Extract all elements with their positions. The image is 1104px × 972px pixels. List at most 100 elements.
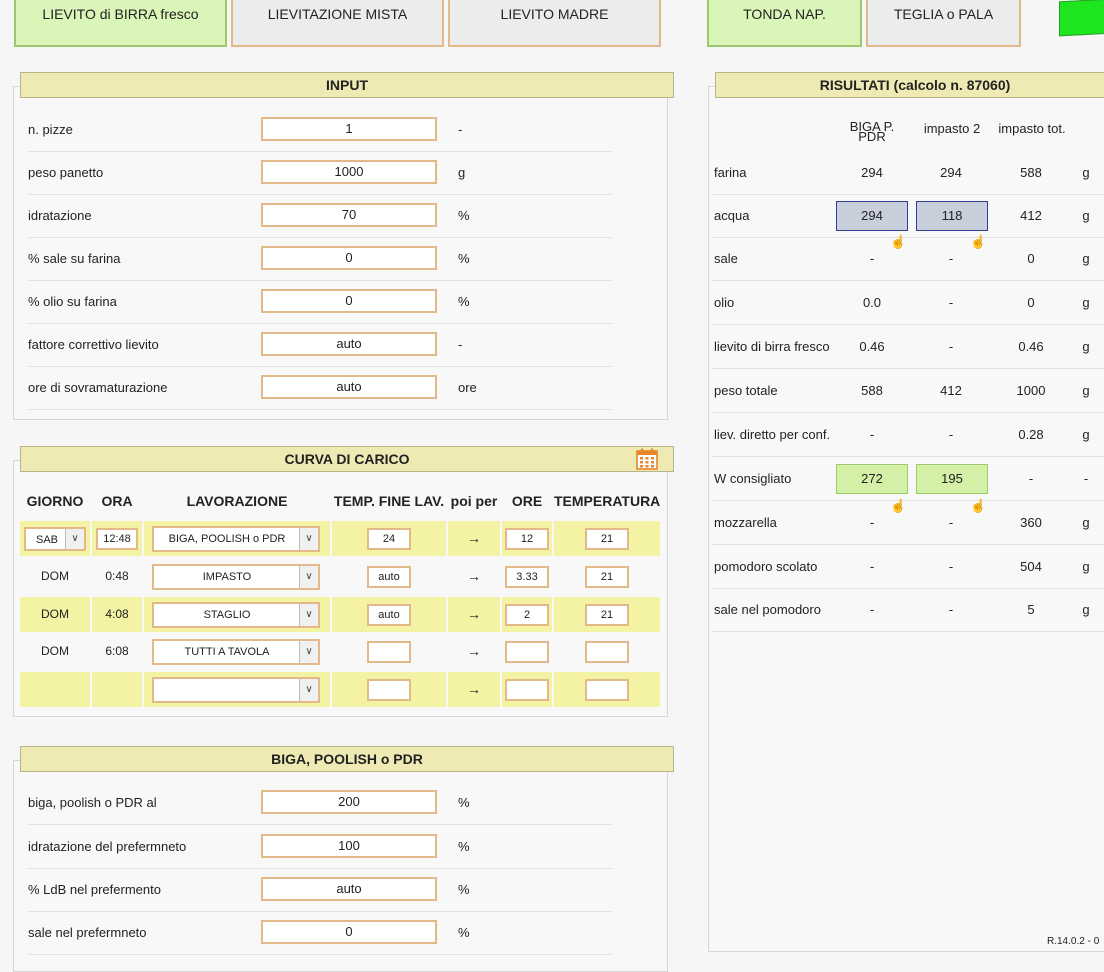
result-unit: g — [1082, 251, 1090, 266]
ore-sovramaturazione-input[interactable]: auto — [261, 375, 437, 399]
result-row-acqua: acqua 294 118 412 g — [712, 194, 1104, 238]
header-lavorazione: LAVORAZIONE — [186, 493, 288, 509]
input-unit: g — [458, 165, 466, 180]
result-row-lievito-diretto: liev. diretto per conf. - - 0.28 g — [712, 413, 1104, 457]
result-c3: 1000 — [1016, 383, 1046, 398]
temperatura-input[interactable] — [585, 679, 629, 701]
result-unit: g — [1082, 427, 1090, 442]
result-row-w-consigliato: W consigliato 272 195 - - — [712, 457, 1104, 501]
biga-sale-input[interactable]: 0 — [261, 920, 437, 944]
lavorazione-select[interactable]: ∨ — [152, 677, 320, 703]
result-c2: - — [948, 427, 954, 442]
calendar-icon[interactable] — [636, 448, 658, 470]
lavorazione-select[interactable]: IMPASTO ∨ — [152, 564, 320, 590]
input-row-ore-sovramaturazione: ore di sovramaturazione auto ore — [28, 366, 612, 410]
giorno-text — [20, 672, 90, 707]
header-giorno: GIORNO — [26, 493, 84, 509]
tab-tonda-nap[interactable]: TONDA NAP. — [707, 0, 862, 47]
result-c2: - — [948, 602, 954, 617]
header-ore: ORE — [511, 493, 543, 509]
col-header-biga: BIGA P. PDR — [849, 119, 895, 144]
hand-pointer-icon: ☝ — [970, 234, 987, 249]
w-impasto2-box[interactable]: 195 — [916, 464, 988, 494]
ore-input[interactable] — [505, 641, 549, 663]
risultati-panel-title: RISULTATI (calcolo n. 87060) — [715, 72, 1104, 98]
result-c1: 0.0 — [862, 295, 882, 310]
giorno-select[interactable]: SAB ∨ — [24, 527, 86, 551]
col-header-impasto2: impasto 2 — [923, 121, 981, 136]
result-label: acqua — [714, 208, 750, 223]
biga-label: sale nel prefermneto — [28, 925, 147, 940]
tab-lievito-birra[interactable]: LIEVITO di BIRRA fresco — [14, 0, 227, 47]
lavorazione-select[interactable]: STAGLIO ∨ — [152, 602, 320, 628]
idratazione-input[interactable]: 70 — [261, 203, 437, 227]
biga-ldb-input[interactable]: auto — [261, 877, 437, 901]
temperatura-input[interactable]: 21 — [585, 528, 629, 550]
result-unit: g — [1082, 383, 1090, 398]
result-c3: 504 — [1020, 559, 1042, 574]
result-c2: - — [948, 559, 954, 574]
green-indicator[interactable] — [1059, 0, 1104, 37]
input-unit: % — [458, 294, 470, 309]
temp-fine-input[interactable]: auto — [367, 566, 411, 588]
arrow-cell: → — [448, 672, 500, 707]
input-unit: % — [458, 251, 470, 266]
biga-label: biga, poolish o PDR al — [28, 795, 157, 810]
header-ora: ORA — [101, 493, 133, 509]
tab-lievitazione-mista[interactable]: LIEVITAZIONE MISTA — [231, 0, 444, 47]
header-temp-fine: TEMP. FINE LAV. — [333, 493, 445, 509]
result-row-sale-pomodoro: sale nel pomodoro - - 5 g — [712, 588, 1104, 632]
acqua-impasto2-box[interactable]: 118 — [916, 201, 988, 231]
olio-input[interactable]: 0 — [261, 289, 437, 313]
input-label: ore di sovramaturazione — [28, 380, 168, 395]
lavorazione-select[interactable]: BIGA, POOLISH o PDR ∨ — [152, 526, 320, 552]
input-label: % olio su farina — [28, 294, 117, 309]
result-row-peso-totale: peso totale 588 412 1000 g — [712, 369, 1104, 413]
w-biga-box[interactable]: 272 — [836, 464, 908, 494]
ora-input[interactable]: 12:48 — [96, 528, 138, 550]
ore-input[interactable] — [505, 679, 549, 701]
result-unit: g — [1082, 339, 1090, 354]
acqua-biga-box[interactable]: 294 — [836, 201, 908, 231]
header-temperatura: TEMPERATURA — [554, 493, 661, 509]
result-unit: g — [1082, 559, 1090, 574]
biga-unit: % — [458, 795, 470, 810]
temperatura-input[interactable]: 21 — [585, 566, 629, 588]
result-c1: 294 — [861, 165, 883, 180]
ora-text — [92, 672, 142, 707]
input-row-n-pizze: n. pizze 1 - — [28, 108, 612, 152]
temp-fine-input[interactable]: auto — [367, 604, 411, 626]
giorno-text: DOM — [41, 569, 69, 583]
biga-row-ldb: % LdB nel prefermento auto % — [28, 868, 612, 912]
ore-input[interactable]: 12 — [505, 528, 549, 550]
result-label: mozzarella — [714, 515, 777, 530]
tab-lievito-madre[interactable]: LIEVITO MADRE — [448, 0, 661, 47]
biga-percent-input[interactable]: 200 — [261, 790, 437, 814]
temp-fine-input[interactable] — [367, 641, 411, 663]
ore-input[interactable]: 3.33 — [505, 566, 549, 588]
input-unit: - — [458, 337, 463, 352]
temperatura-input[interactable] — [585, 641, 629, 663]
peso-panetto-input[interactable]: 1000 — [261, 160, 437, 184]
n-pizze-input[interactable]: 1 — [261, 117, 437, 141]
chevron-down-icon: ∨ — [65, 529, 84, 549]
hand-pointer-icon: ☝ — [970, 498, 987, 513]
sale-input[interactable]: 0 — [261, 246, 437, 270]
result-label: lievito di birra fresco — [714, 339, 830, 354]
header-poi-per: poi per — [450, 493, 498, 509]
result-unit: g — [1082, 295, 1090, 310]
temp-fine-input[interactable] — [367, 679, 411, 701]
temp-fine-input[interactable]: 24 — [367, 528, 411, 550]
result-c1: - — [869, 602, 875, 617]
fattore-correttivo-input[interactable]: auto — [261, 332, 437, 356]
biga-idratazione-input[interactable]: 100 — [261, 834, 437, 858]
lavorazione-value: TUTTI A TAVOLA — [184, 646, 270, 658]
result-label: peso totale — [714, 383, 778, 398]
lavorazione-value: IMPASTO — [202, 571, 252, 583]
temperatura-input[interactable]: 21 — [585, 604, 629, 626]
lavorazione-select[interactable]: TUTTI A TAVOLA ∨ — [152, 639, 320, 665]
result-c1: - — [869, 559, 875, 574]
tab-teglia-pala[interactable]: TEGLIA o PALA — [866, 0, 1021, 47]
ore-input[interactable]: 2 — [505, 604, 549, 626]
result-label: sale — [714, 251, 738, 266]
